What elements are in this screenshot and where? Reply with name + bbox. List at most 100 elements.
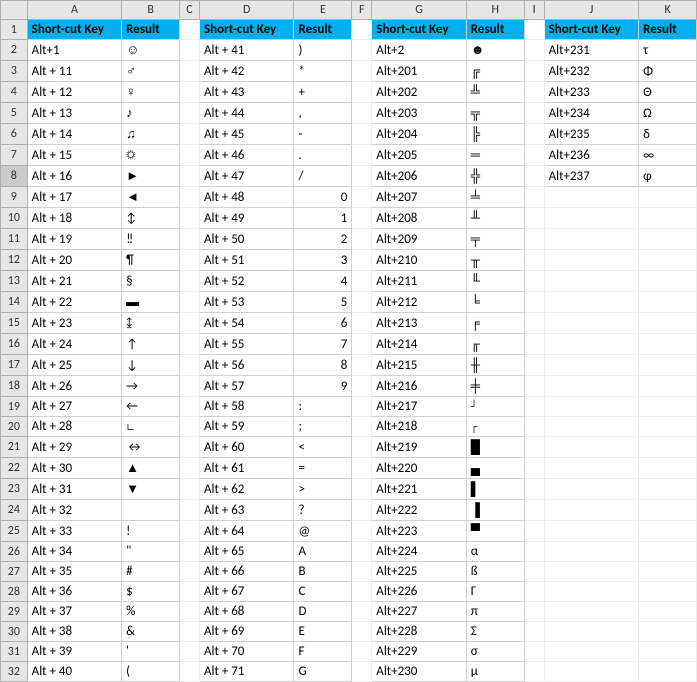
cell-D18[interactable]: Alt + 57 <box>199 376 294 397</box>
header-result-B[interactable]: Result <box>122 20 180 40</box>
cell-D5[interactable]: Alt + 44 <box>199 103 294 124</box>
cell-H32[interactable]: µ <box>466 662 524 682</box>
cell-G19[interactable]: Alt+217 <box>372 397 467 417</box>
cell-B28[interactable]: $ <box>122 582 180 602</box>
cell-J16[interactable] <box>544 334 639 355</box>
cell-E9[interactable]: 0 <box>294 187 352 208</box>
cell-K24[interactable] <box>639 500 697 521</box>
cell-D27[interactable]: Alt + 66 <box>199 562 294 582</box>
cell-B24[interactable] <box>122 500 180 521</box>
cell-K30[interactable] <box>639 622 697 642</box>
cell-B22[interactable]: ▲ <box>122 458 180 479</box>
col-header-C[interactable]: C <box>179 1 199 20</box>
row-header-29[interactable]: 29 <box>1 602 28 622</box>
cell-J31[interactable] <box>544 642 639 662</box>
cell-G5[interactable]: Alt+203 <box>372 103 467 124</box>
cell-A30[interactable]: Alt + 38 <box>27 622 122 642</box>
cell-B7[interactable]: ☼ <box>122 145 180 166</box>
cell-J17[interactable] <box>544 355 639 376</box>
row-header-25[interactable]: 25 <box>1 521 28 542</box>
row-header-23[interactable]: 23 <box>1 479 28 500</box>
cell-J21[interactable] <box>544 437 639 458</box>
cell-G7[interactable]: Alt+205 <box>372 145 467 166</box>
cell-K18[interactable] <box>639 376 697 397</box>
cell-B31[interactable]: ' <box>122 642 180 662</box>
cell-E31[interactable]: F <box>294 642 352 662</box>
cell-D6[interactable]: Alt + 45 <box>199 124 294 145</box>
cell-B18[interactable]: → <box>122 376 180 397</box>
cell-G20[interactable]: Alt+218 <box>372 417 467 437</box>
cell-J19[interactable] <box>544 397 639 417</box>
cell-J18[interactable] <box>544 376 639 397</box>
row-header-20[interactable]: 20 <box>1 417 28 437</box>
col-header-I[interactable]: I <box>524 1 544 20</box>
row-header-7[interactable]: 7 <box>1 145 28 166</box>
cell-G2[interactable]: Alt+2 <box>372 40 467 61</box>
cell-E4[interactable]: + <box>294 82 352 103</box>
cell-A2[interactable]: Alt+1 <box>27 40 122 61</box>
row-header-9[interactable]: 9 <box>1 187 28 208</box>
header-result-E[interactable]: Result <box>294 20 352 40</box>
cell-K6[interactable]: δ <box>639 124 697 145</box>
cell-B26[interactable]: " <box>122 542 180 562</box>
cell-K19[interactable] <box>639 397 697 417</box>
cell-E25[interactable]: @ <box>294 521 352 542</box>
header-shortcut-J[interactable]: Short-cut Key <box>544 20 639 40</box>
cell-G24[interactable]: Alt+222 <box>372 500 467 521</box>
spreadsheet-grid[interactable]: ABCDEFGHIJK1Short-cut KeyResultShort-cut… <box>0 0 697 682</box>
cell-D21[interactable]: Alt + 60 <box>199 437 294 458</box>
cell-A14[interactable]: Alt + 22 <box>27 292 122 313</box>
cell-D29[interactable]: Alt + 68 <box>199 602 294 622</box>
cell-E7[interactable]: . <box>294 145 352 166</box>
cell-K9[interactable] <box>639 187 697 208</box>
cell-J10[interactable] <box>544 208 639 229</box>
cell-H16[interactable]: ╓ <box>466 334 524 355</box>
cell-G13[interactable]: Alt+211 <box>372 271 467 292</box>
cell-G29[interactable]: Alt+227 <box>372 602 467 622</box>
header-shortcut-G[interactable]: Short-cut Key <box>372 20 467 40</box>
cell-K27[interactable] <box>639 562 697 582</box>
cell-J25[interactable] <box>544 521 639 542</box>
cell-E11[interactable]: 2 <box>294 229 352 250</box>
cell-H26[interactable]: α <box>466 542 524 562</box>
cell-D11[interactable]: Alt + 50 <box>199 229 294 250</box>
cell-G17[interactable]: Alt+215 <box>372 355 467 376</box>
cell-J22[interactable] <box>544 458 639 479</box>
cell-G11[interactable]: Alt+209 <box>372 229 467 250</box>
cell-D20[interactable]: Alt + 59 <box>199 417 294 437</box>
cell-B30[interactable]: & <box>122 622 180 642</box>
cell-K2[interactable]: τ <box>639 40 697 61</box>
cell-B27[interactable]: # <box>122 562 180 582</box>
cell-D8[interactable]: Alt + 47 <box>199 166 294 187</box>
row-header-28[interactable]: 28 <box>1 582 28 602</box>
cell-E15[interactable]: 6 <box>294 313 352 334</box>
cell-B15[interactable]: ↨ <box>122 313 180 334</box>
cell-H21[interactable]: █ <box>466 437 524 458</box>
cell-B14[interactable]: ▬ <box>122 292 180 313</box>
cell-A24[interactable]: Alt + 32 <box>27 500 122 521</box>
cell-H18[interactable]: ╪ <box>466 376 524 397</box>
cell-H3[interactable]: ╔ <box>466 61 524 82</box>
row-header-3[interactable]: 3 <box>1 61 28 82</box>
cell-J9[interactable] <box>544 187 639 208</box>
cell-K8[interactable]: φ <box>639 166 697 187</box>
cell-G21[interactable]: Alt+219 <box>372 437 467 458</box>
cell-H27[interactable]: ß <box>466 562 524 582</box>
cell-A12[interactable]: Alt + 20 <box>27 250 122 271</box>
cell-B8[interactable]: ► <box>122 166 180 187</box>
cell-K5[interactable]: Ω <box>639 103 697 124</box>
select-all-corner[interactable] <box>1 1 28 20</box>
cell-J5[interactable]: Alt+234 <box>544 103 639 124</box>
cell-A7[interactable]: Alt + 15 <box>27 145 122 166</box>
cell-D2[interactable]: Alt + 41 <box>199 40 294 61</box>
cell-E6[interactable]: - <box>294 124 352 145</box>
cell-B32[interactable]: ( <box>122 662 180 682</box>
cell-E8[interactable]: / <box>294 166 352 187</box>
cell-J15[interactable] <box>544 313 639 334</box>
cell-K11[interactable] <box>639 229 697 250</box>
cell-J24[interactable] <box>544 500 639 521</box>
cell-B16[interactable]: ↑ <box>122 334 180 355</box>
cell-D7[interactable]: Alt + 46 <box>199 145 294 166</box>
cell-K23[interactable] <box>639 479 697 500</box>
cell-J4[interactable]: Alt+233 <box>544 82 639 103</box>
